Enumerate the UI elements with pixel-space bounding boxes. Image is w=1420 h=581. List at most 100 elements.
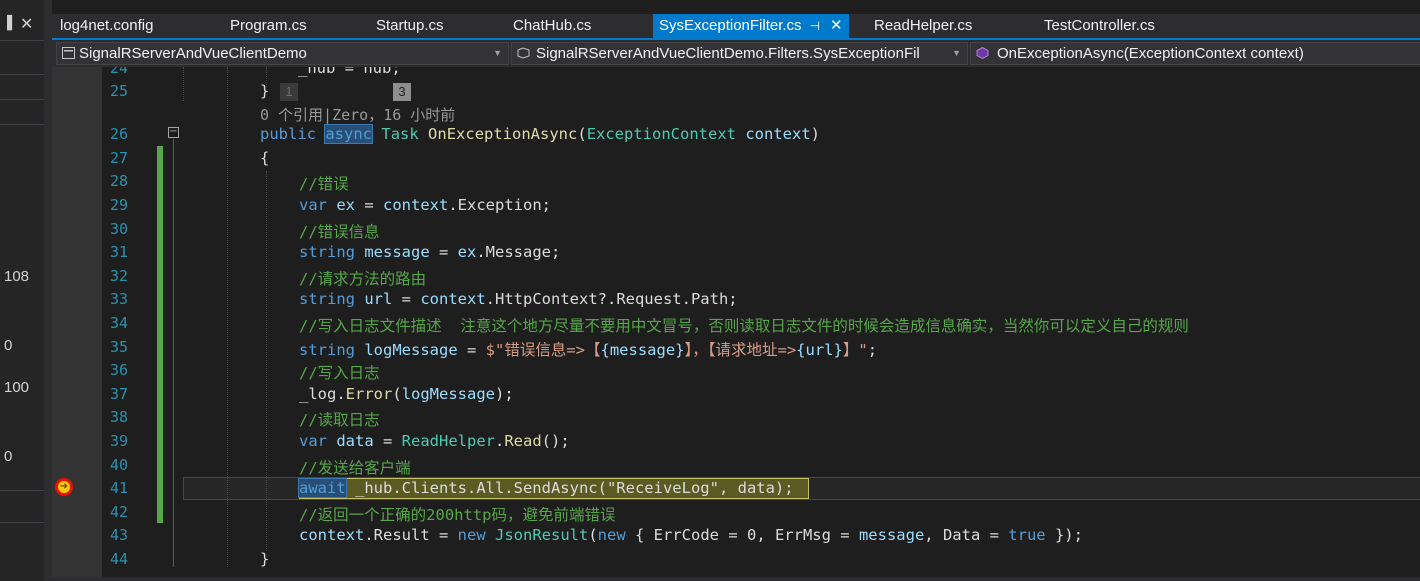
line-number: 28 bbox=[109, 172, 128, 190]
variable: ex bbox=[336, 196, 356, 214]
changes-indicator bbox=[157, 146, 163, 523]
line-number: 41 bbox=[109, 479, 128, 497]
code-line-27[interactable]: { bbox=[260, 149, 269, 167]
type: Task bbox=[381, 125, 419, 143]
panel-value: 0 bbox=[4, 337, 13, 354]
panel-splitter[interactable] bbox=[44, 0, 52, 581]
line-number: 38 bbox=[109, 408, 128, 426]
code-line-34[interactable]: //写入日志文件描述 注意这个地方尽量不要用中文冒号，否则读取日志文件的时候会造… bbox=[299, 314, 1189, 336]
project-dropdown[interactable]: SignalRServerAndVueClientDemo ▼ bbox=[56, 42, 509, 65]
variable: context bbox=[420, 290, 486, 308]
class-icon bbox=[517, 47, 530, 59]
keyword: public bbox=[260, 125, 316, 143]
code-line-38[interactable]: //读取日志 bbox=[299, 408, 380, 430]
initializer: }); bbox=[1045, 526, 1083, 544]
operator: = bbox=[355, 196, 384, 214]
code-line-30[interactable]: //错误信息 bbox=[299, 220, 380, 242]
breakpoint-current-statement-icon[interactable]: ➜ bbox=[55, 478, 73, 496]
outlining-guide bbox=[173, 139, 174, 567]
type: ReadHelper bbox=[401, 432, 495, 450]
tab-testcontroller-cs[interactable]: TestController.cs bbox=[1044, 14, 1155, 38]
keyword: string bbox=[299, 243, 355, 261]
code-line-33[interactable]: string url = context.HttpContext?.Reques… bbox=[299, 290, 738, 308]
line-number: 26 bbox=[109, 125, 128, 143]
line-number: 35 bbox=[109, 338, 128, 356]
close-icon[interactable]: ✕ bbox=[830, 17, 843, 34]
code-line-39[interactable]: var data = ReadHelper.Read(); bbox=[299, 432, 570, 450]
tab-label: ChatHub.cs bbox=[513, 17, 592, 34]
code-line-24[interactable]: _hub = hub; bbox=[298, 67, 401, 77]
code-line-31[interactable]: string message = ex.Message; bbox=[299, 243, 560, 261]
code-line-41[interactable]: await _hub.Clients.All.SendAsync("Receiv… bbox=[298, 478, 794, 498]
divider bbox=[0, 40, 44, 41]
tab-log4net-config[interactable]: log4net.config bbox=[60, 14, 153, 38]
code-line-25[interactable]: } bbox=[260, 82, 269, 100]
tab-readhelper-cs[interactable]: ReadHelper.cs bbox=[874, 14, 972, 38]
tab-label: SysExceptionFilter.cs bbox=[659, 17, 802, 34]
variable: context bbox=[299, 526, 365, 544]
class-dropdown[interactable]: SignalRServerAndVueClientDemo.Filters.Sy… bbox=[511, 42, 968, 65]
string-literal: 】，【请求地址=> bbox=[684, 341, 797, 359]
keyword: true bbox=[1008, 526, 1046, 544]
divider bbox=[0, 124, 44, 125]
indicator-margin[interactable] bbox=[52, 67, 102, 581]
divider bbox=[0, 99, 44, 100]
code-editor[interactable]: ➜ − 1 3 24 25 26 27 28 29 30 31 32 33 34… bbox=[52, 67, 1420, 581]
collapse-icon[interactable]: − bbox=[168, 127, 179, 138]
codelens-references[interactable]: 0 个引用|Zero，16 小时前 bbox=[260, 104, 455, 125]
left-tool-panel: ▐ ✕ 108 0 100 0 bbox=[0, 0, 45, 581]
method-name: Error bbox=[345, 385, 393, 403]
line-number: 36 bbox=[109, 361, 128, 379]
string-literal: $"错误信息=>【 bbox=[485, 341, 601, 359]
csharp-project-icon bbox=[62, 47, 75, 59]
code-line-32[interactable]: //请求方法的路由 bbox=[299, 267, 426, 289]
tab-sysexceptionfilter-cs[interactable]: SysExceptionFilter.cs ⊣ ✕ bbox=[653, 14, 849, 38]
line-number: 33 bbox=[109, 290, 128, 308]
method-icon bbox=[976, 47, 989, 59]
code-line-29[interactable]: var ex = context.Exception; bbox=[299, 196, 551, 214]
tab-chathub-cs[interactable]: ChatHub.cs bbox=[513, 14, 591, 38]
code-line-43[interactable]: context.Result = new JsonResult(new { Er… bbox=[299, 526, 1083, 544]
code-line-35[interactable]: string logMessage = $"错误信息=>【{message}】，… bbox=[299, 338, 877, 360]
editor-bottom-border bbox=[52, 577, 1420, 581]
chevron-down-icon: ▼ bbox=[952, 48, 961, 58]
pin-icon[interactable]: ▐ bbox=[2, 16, 12, 31]
code-line-26[interactable]: public async Task OnExceptionAsync(Excep… bbox=[260, 124, 820, 144]
type: JsonResult bbox=[495, 526, 589, 544]
divider bbox=[0, 522, 44, 523]
code-line-28[interactable]: //错误 bbox=[299, 172, 349, 194]
indent-guide bbox=[227, 67, 229, 567]
close-icon[interactable]: ✕ bbox=[20, 14, 33, 33]
member-access: .Result = bbox=[364, 526, 458, 544]
type: ExceptionContext bbox=[586, 125, 736, 143]
keyword: string bbox=[299, 290, 355, 308]
statement: _hub.Clients.All.SendAsync("ReceiveLog",… bbox=[345, 479, 794, 497]
line-number: 44 bbox=[109, 550, 128, 568]
member-dropdown[interactable]: OnExceptionAsync(ExceptionContext contex… bbox=[970, 42, 1420, 65]
interpolation: {url} bbox=[796, 341, 843, 359]
keyword-selected: await bbox=[298, 478, 347, 498]
tab-label: Startup.cs bbox=[376, 17, 444, 34]
keyword: var bbox=[299, 196, 327, 214]
tab-label: TestController.cs bbox=[1044, 17, 1155, 34]
line-number: 39 bbox=[109, 432, 128, 450]
code-line-42[interactable]: //返回一个正确的200http码，避免前端错误 bbox=[299, 503, 616, 525]
code-line-36[interactable]: //写入日志 bbox=[299, 361, 380, 383]
codelens-indicator: 1 bbox=[280, 83, 298, 101]
line-number: 42 bbox=[109, 503, 128, 521]
tab-program-cs[interactable]: Program.cs bbox=[230, 14, 307, 38]
document-tab-bar: log4net.config Program.cs Startup.cs Cha… bbox=[52, 14, 1420, 38]
line-number: 24 bbox=[109, 67, 128, 77]
tab-label: Program.cs bbox=[230, 17, 307, 34]
keyword: new bbox=[457, 526, 486, 544]
pin-icon[interactable]: ⊣ bbox=[810, 19, 820, 33]
code-line-44[interactable]: } bbox=[260, 550, 269, 568]
indent-guide bbox=[266, 171, 268, 551]
code-line-37[interactable]: _log.Error(logMessage); bbox=[299, 385, 514, 403]
tab-startup-cs[interactable]: Startup.cs bbox=[376, 14, 444, 38]
variable: url bbox=[364, 290, 393, 308]
variable: logMessage bbox=[364, 341, 458, 359]
divider bbox=[0, 490, 44, 491]
string-literal: 】" bbox=[842, 341, 868, 359]
code-line-40[interactable]: //发送给客户端 bbox=[299, 456, 411, 478]
